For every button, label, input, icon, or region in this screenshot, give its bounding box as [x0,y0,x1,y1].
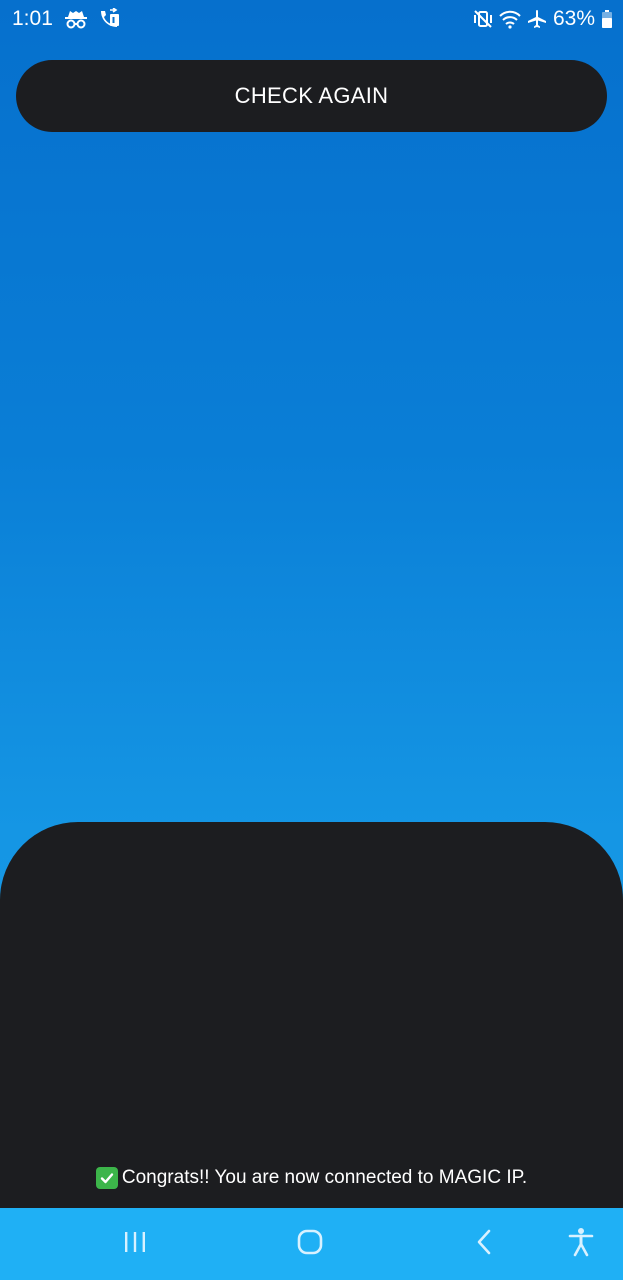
recent-apps-icon [122,1230,148,1259]
status-left-icons [64,8,120,30]
navigation-bar [0,1208,623,1280]
accessibility-button[interactable] [561,1226,601,1262]
call-forward-icon [98,8,120,30]
mute-vibrate-icon [473,9,493,29]
check-again-button[interactable]: CHECK AGAIN [16,60,607,132]
status-right-icons: 63% [473,7,613,31]
home-icon [296,1228,324,1261]
incognito-icon [64,9,88,29]
airplane-mode-icon [527,9,547,29]
recent-apps-button[interactable] [115,1226,155,1262]
bottom-panel [0,822,623,1208]
back-button[interactable] [465,1226,505,1262]
battery-percent: 63% [552,7,595,30]
status-message-text: Congrats!! You are now connected to MAGI… [121,1167,528,1188]
accessibility-icon [568,1227,594,1262]
status-bar: 1:01 63% [0,0,623,38]
status-time: 1:01 [12,7,53,30]
app-screen: 1:01 63% CHECK AGAIN Congrats!! You are … [0,0,623,1280]
home-button[interactable] [290,1226,330,1262]
wifi-icon [499,9,521,29]
battery-icon [601,9,613,29]
check-mark-icon [95,1167,118,1189]
back-icon [474,1229,496,1260]
connection-status-message: Congrats!! You are now connected to MAGI… [0,1167,623,1189]
